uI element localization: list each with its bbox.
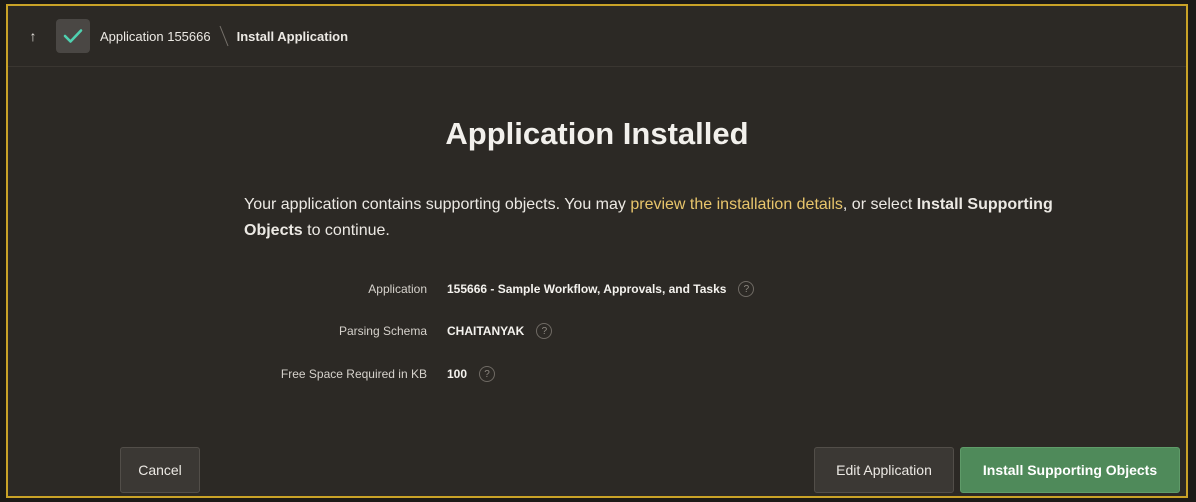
edit-application-button[interactable]: Edit Application bbox=[814, 447, 954, 493]
install-message: Your application contains supporting obj… bbox=[244, 192, 1064, 244]
preview-details-link[interactable]: preview the installation details bbox=[630, 196, 843, 213]
breadcrumb: Application 155666 Install Application bbox=[100, 25, 348, 47]
breadcrumb-separator bbox=[219, 25, 229, 47]
field-value-application: 155666 - Sample Workflow, Approvals, and… bbox=[447, 282, 727, 296]
page-title: Application Installed bbox=[445, 116, 749, 151]
message-text-2: , or select bbox=[842, 196, 917, 213]
field-row-application: Application 155666 - Sample Workflow, Ap… bbox=[8, 277, 755, 301]
install-supporting-objects-button[interactable]: Install Supporting Objects bbox=[960, 447, 1180, 493]
field-row-free-space: Free Space Required in KB 100 ? bbox=[8, 362, 496, 386]
field-value-free-space: 100 bbox=[447, 367, 468, 381]
message-text-3: to continue. bbox=[302, 222, 390, 239]
arrow-up-icon[interactable]: ↑ bbox=[26, 28, 40, 44]
field-label-parsing-schema: Parsing Schema bbox=[338, 324, 427, 338]
field-row-parsing-schema: Parsing Schema CHAITANYAK ? bbox=[8, 319, 553, 343]
dialog-header: ↑ Application 155666 Install Application bbox=[8, 6, 1186, 67]
breadcrumb-current: Install Application bbox=[236, 28, 349, 44]
field-label-free-space: Free Space Required in KB bbox=[280, 367, 427, 381]
breadcrumb-parent[interactable]: Application 155666 bbox=[100, 29, 211, 44]
help-icon[interactable]: ? bbox=[738, 281, 755, 297]
help-icon[interactable]: ? bbox=[536, 323, 553, 339]
help-icon[interactable]: ? bbox=[479, 366, 496, 382]
cancel-button[interactable]: Cancel bbox=[120, 447, 200, 493]
checkmark-icon bbox=[56, 19, 90, 53]
field-label-application: Application bbox=[368, 282, 427, 296]
message-text-1: Your application contains supporting obj… bbox=[244, 196, 631, 213]
field-value-parsing-schema: CHAITANYAK bbox=[447, 324, 525, 338]
install-dialog: ↑ Application 155666 Install Application… bbox=[6, 4, 1188, 498]
